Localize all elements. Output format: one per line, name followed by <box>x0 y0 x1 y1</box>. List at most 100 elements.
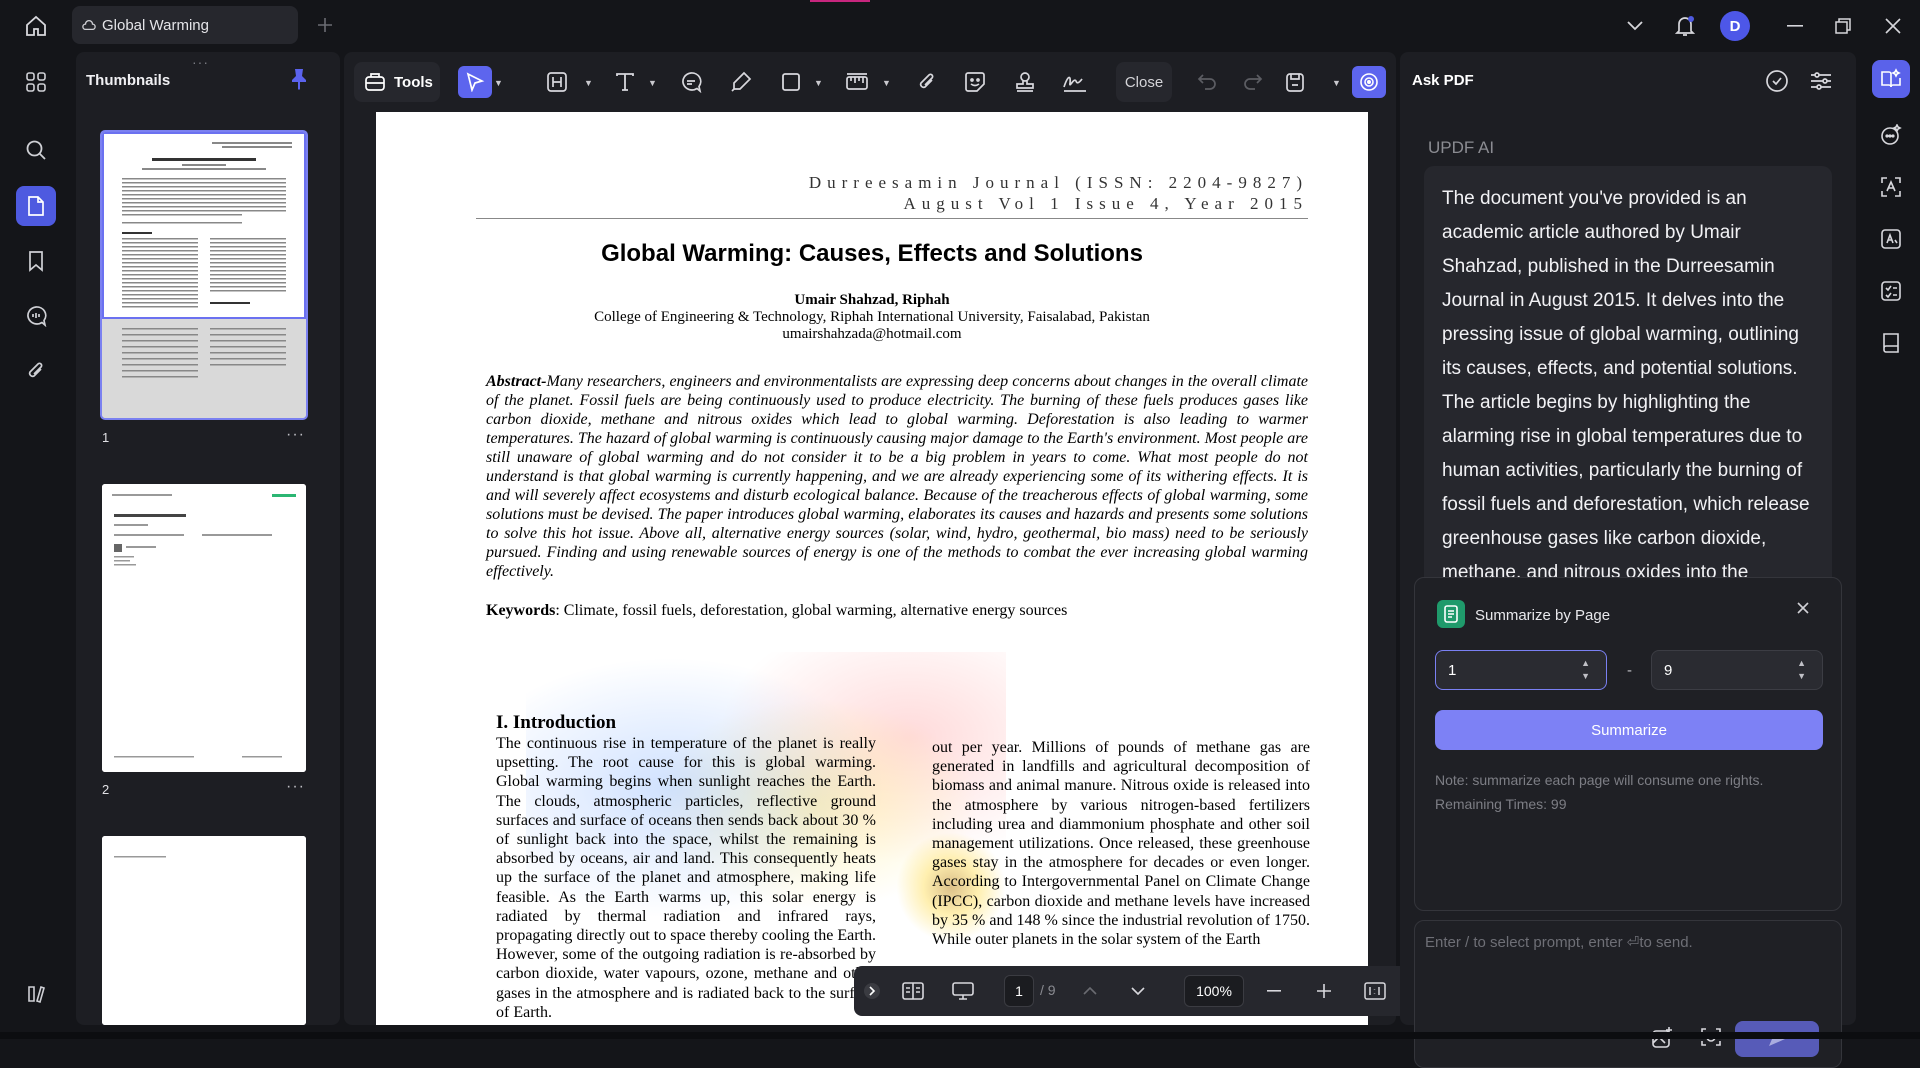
page-1-more-button[interactable]: ··· <box>286 426 305 444</box>
cursor-icon <box>466 72 485 92</box>
text-icon <box>616 73 634 91</box>
text-recognition-icon <box>1881 177 1901 197</box>
convert-button[interactable] <box>1872 220 1910 258</box>
page-thumbnail-1[interactable] <box>100 130 308 420</box>
page-layout-button[interactable] <box>898 975 928 1007</box>
resize-grip[interactable]: ··· <box>192 54 209 70</box>
next-page-button[interactable] <box>1126 975 1150 1007</box>
presentation-button[interactable] <box>948 975 978 1007</box>
page-total: / 9 <box>1040 982 1056 998</box>
summarize-button[interactable]: Summarize <box>1435 710 1823 750</box>
account-button[interactable]: D <box>1718 10 1752 42</box>
journal-line-2: August Vol 1 Issue 4, Year 2015 <box>903 194 1308 213</box>
bookmark-icon <box>29 251 43 272</box>
page-thumbnail-3[interactable] <box>102 836 306 1025</box>
author-block: Umair Shahzad, Riphah College of Enginee… <box>376 292 1368 343</box>
close-icon <box>1885 18 1901 34</box>
to-page-input[interactable]: 9 ▲ ▼ <box>1651 650 1823 690</box>
pin-button[interactable] <box>290 68 308 90</box>
save-dropdown-icon[interactable]: ▼ <box>1332 78 1341 88</box>
bookmarks-button[interactable] <box>16 241 56 281</box>
to-page-stepper[interactable]: ▲ ▼ <box>1797 657 1806 683</box>
close-window-button[interactable] <box>1878 10 1908 42</box>
settings-button[interactable] <box>1806 66 1836 96</box>
minus-icon <box>1267 990 1281 992</box>
ai-reader-button[interactable] <box>1872 60 1910 98</box>
zoom-in-button[interactable] <box>1312 975 1336 1007</box>
stamp-tool-button[interactable] <box>1008 66 1042 98</box>
attachments-button[interactable] <box>16 351 56 391</box>
display-mode-button[interactable] <box>16 974 56 1014</box>
author-email: umairshahzada@hotmail.com <box>782 326 962 342</box>
from-page-input[interactable]: 1 ▲ ▼ <box>1435 650 1607 690</box>
close-summarize-button[interactable] <box>1797 602 1809 614</box>
save-button[interactable] <box>1278 66 1312 98</box>
notification-button[interactable] <box>1670 10 1700 42</box>
layout-icon <box>28 985 45 1004</box>
actual-size-button[interactable] <box>1360 975 1390 1007</box>
edit-tool-button[interactable] <box>540 66 574 98</box>
dropdown-button[interactable] <box>1620 10 1650 42</box>
comments-button[interactable] <box>16 296 56 336</box>
comment-icon <box>27 306 47 327</box>
ocr-button[interactable] <box>1872 168 1910 206</box>
form-button[interactable] <box>1872 272 1910 310</box>
shape-tool-dropdown-icon[interactable]: ▼ <box>814 78 823 88</box>
minimize-button[interactable] <box>1780 10 1810 42</box>
select-tool-dropdown-icon[interactable]: ▼ <box>494 78 503 88</box>
shape-tool-button[interactable] <box>774 66 808 98</box>
paperclip-icon <box>919 73 934 89</box>
edit-tool-dropdown-icon[interactable]: ▼ <box>584 78 593 88</box>
page-2-more-button[interactable]: ··· <box>286 778 305 796</box>
sticker-tool-button[interactable] <box>958 66 992 98</box>
previous-page-button[interactable] <box>1078 975 1102 1007</box>
measure-tool-button[interactable] <box>840 66 874 98</box>
undo-icon <box>1197 74 1216 90</box>
close-tools-button[interactable]: Close <box>1116 62 1172 102</box>
prompt-input[interactable]: Enter / to select prompt, enter ⏎to send… <box>1414 920 1842 1068</box>
measure-tool-dropdown-icon[interactable]: ▼ <box>882 78 891 88</box>
select-tool-button[interactable] <box>458 66 492 98</box>
redo-button[interactable] <box>1236 66 1270 98</box>
undo-button[interactable] <box>1190 66 1224 98</box>
send-button[interactable] <box>1735 1021 1819 1057</box>
history-button[interactable] <box>1762 66 1792 96</box>
current-page-input[interactable]: 1 <box>1004 975 1034 1007</box>
summarize-by-page-card: Summarize by Page 1 ▲ ▼ - 9 ▲ ▼ Summarize … <box>1414 577 1842 911</box>
home-button[interactable] <box>16 11 56 41</box>
toolbox-icon <box>365 73 385 91</box>
chevron-right-icon <box>864 983 880 999</box>
search-button[interactable] <box>16 130 56 170</box>
collapse-bar-button[interactable] <box>862 975 882 1007</box>
abstract-text: Many researchers, engineers and environm… <box>486 373 1308 580</box>
signature-tool-button[interactable] <box>1058 66 1092 98</box>
attach-tool-button[interactable] <box>910 66 944 98</box>
intro-left-column: The continuous rise in temperature of th… <box>496 735 876 1021</box>
zoom-level[interactable]: 100% <box>1184 975 1244 1007</box>
chevron-down-icon <box>1131 987 1145 995</box>
keywords-text: : Climate, fossil fuels, deforestation, … <box>555 602 1068 619</box>
abstract-label: Abstract- <box>486 373 547 390</box>
reading-mode-button[interactable] <box>1872 324 1910 362</box>
from-page-stepper[interactable]: ▲ ▼ <box>1581 657 1590 683</box>
page-number-2: 2 <box>102 782 110 797</box>
new-tab-button[interactable] <box>312 12 338 38</box>
ask-pdf-panel: Ask PDF UPDF AI The document you've prov… <box>1400 52 1856 1068</box>
text-tool-dropdown-icon[interactable]: ▼ <box>648 78 657 88</box>
organize-pages-button[interactable] <box>16 62 56 102</box>
page-thumbnail-2[interactable] <box>102 484 306 772</box>
text-tool-button[interactable] <box>608 66 642 98</box>
zoom-out-button[interactable] <box>1262 975 1286 1007</box>
thumbnails-button[interactable] <box>16 186 56 226</box>
ai-assistant-button[interactable] <box>1352 66 1386 98</box>
rectangle-icon <box>782 73 800 91</box>
tools-button[interactable]: Tools <box>354 62 440 102</box>
clock-icon <box>1766 70 1788 92</box>
maximize-button[interactable] <box>1828 10 1858 42</box>
highlight-tool-button[interactable] <box>724 66 758 98</box>
page-icon <box>28 196 44 216</box>
ai-chat-button[interactable] <box>1872 116 1910 154</box>
summarize-title: Summarize by Page <box>1475 607 1611 624</box>
comment-tool-button[interactable] <box>674 66 708 98</box>
document-tab[interactable]: Global Warming <box>72 6 298 44</box>
